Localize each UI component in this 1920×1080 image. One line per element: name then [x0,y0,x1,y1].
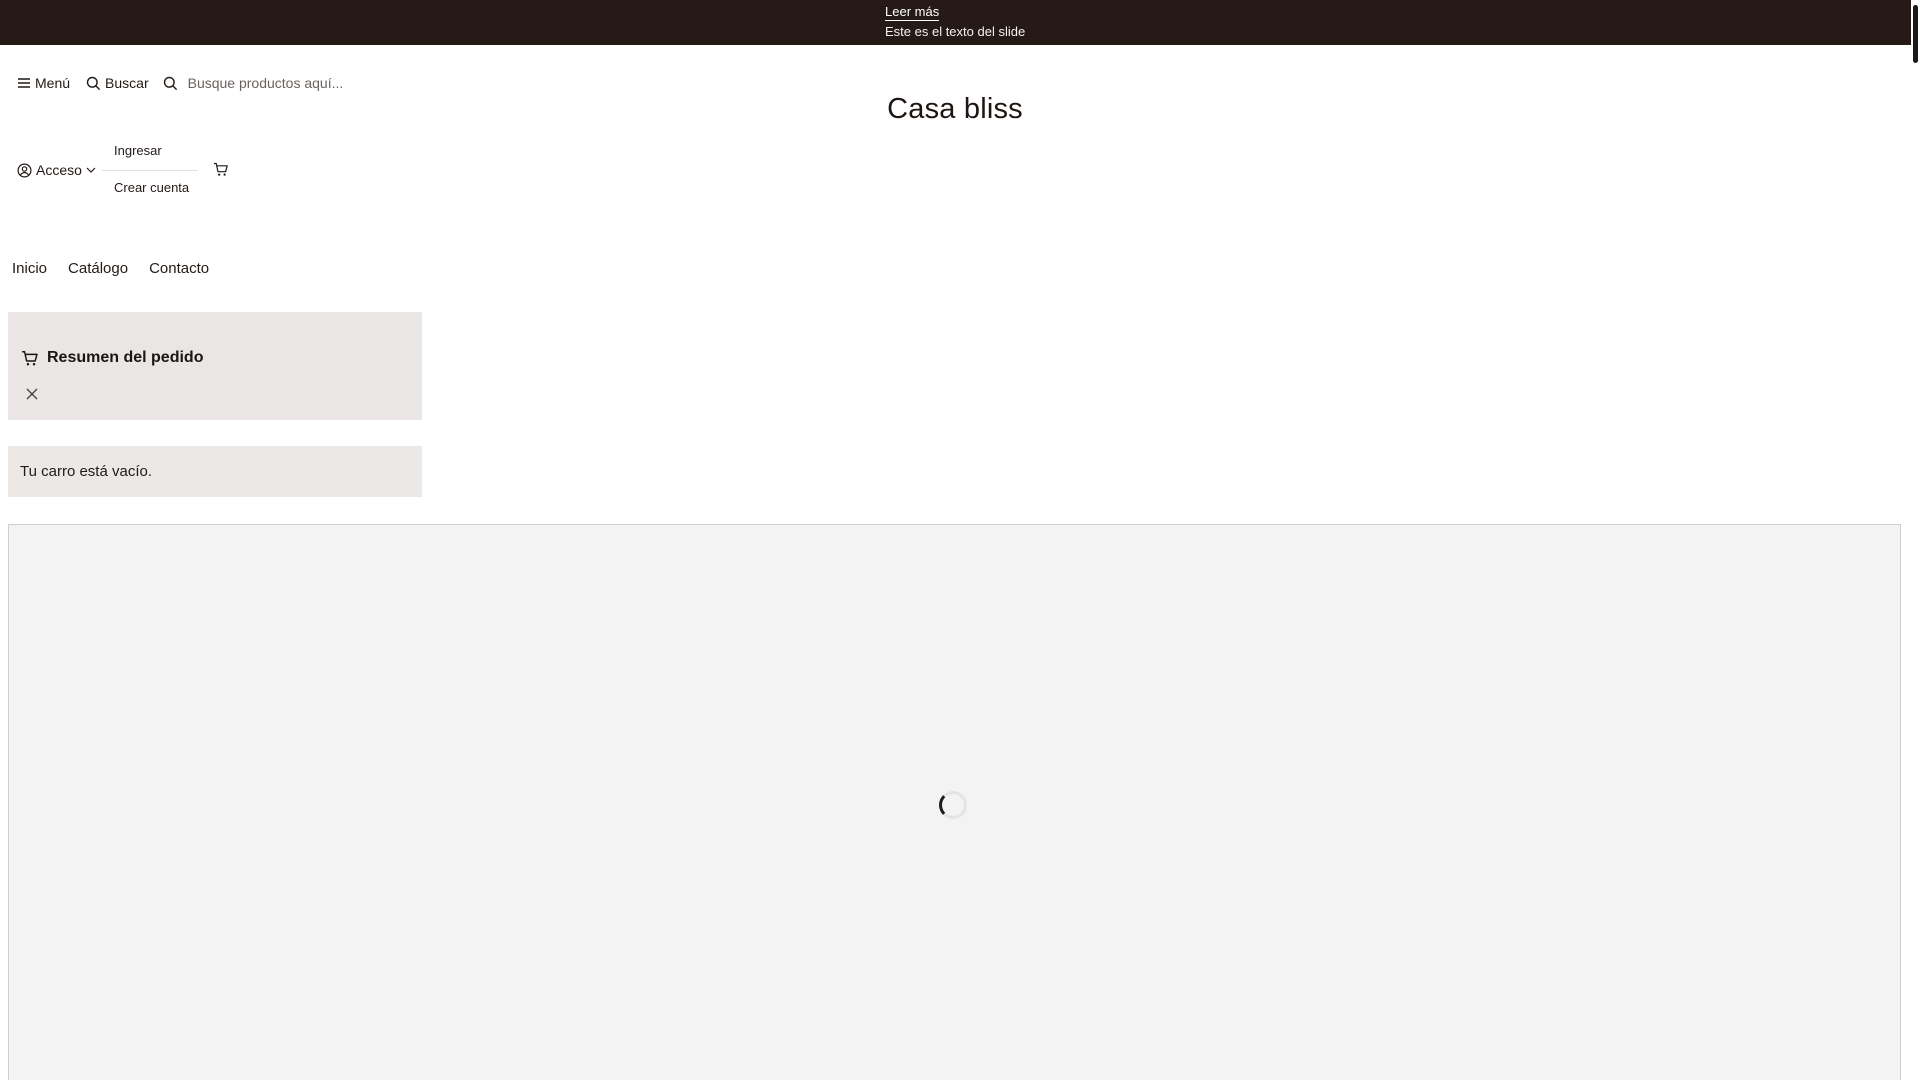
account-area: Acceso Ingresar Crear cuenta [17,143,228,195]
chevron-down-icon [86,167,96,173]
search-icon [86,76,101,90]
content-loading-frame [8,524,1901,1080]
scrollbar-thumb[interactable] [1913,5,1918,63]
hamburger-icon [18,78,30,88]
order-summary-panel: Resumen del pedido [8,312,422,420]
nav-item-contacto[interactable]: Contacto [149,260,209,277]
main-nav: Inicio Catálogo Contacto [12,260,209,277]
announcement-bar: Leer más Este es el texto del slide [0,0,1920,45]
account-button[interactable]: Acceso [17,162,96,178]
loading-spinner [939,791,967,819]
nav-item-catalogo[interactable]: Catálogo [68,260,128,277]
search-label: Buscar [105,75,149,91]
account-dropdown: Ingresar Crear cuenta [102,140,198,207]
cart-button[interactable] [213,162,229,177]
announcement-slide: Leer más Este es el texto del slide [885,3,1025,41]
summary-title-text: Resumen del pedido [47,349,204,366]
search-input[interactable] [187,75,408,91]
cart-icon [22,350,38,365]
slide-text: Este es el texto del slide [885,24,1026,39]
cart-icon [214,162,228,176]
close-icon [26,388,38,400]
empty-cart-message: Tu carro está vacío. [8,446,422,497]
page: Leer más Este es el texto del slide Menú… [0,0,1920,1080]
login-link[interactable]: Ingresar [102,140,198,170]
account-label: Acceso [36,162,82,178]
close-summary-button[interactable] [24,386,40,405]
register-link[interactable]: Crear cuenta [102,177,198,207]
user-circle-icon [17,162,32,178]
header-tools: Menú Buscar [17,72,408,94]
dropdown-divider [102,170,198,171]
search-button[interactable]: Buscar [86,75,149,91]
order-summary-title: Resumen del pedido [21,349,203,367]
nav-item-inicio[interactable]: Inicio [12,260,47,277]
search-icon [163,76,177,90]
menu-button[interactable]: Menú [17,75,70,91]
store-brand[interactable]: Casa bliss [0,93,1910,126]
menu-label: Menú [35,75,71,91]
search-submit-button[interactable] [163,76,178,91]
read-more-link[interactable]: Leer más [885,4,940,21]
page-scrollbar[interactable] [1911,0,1920,1080]
